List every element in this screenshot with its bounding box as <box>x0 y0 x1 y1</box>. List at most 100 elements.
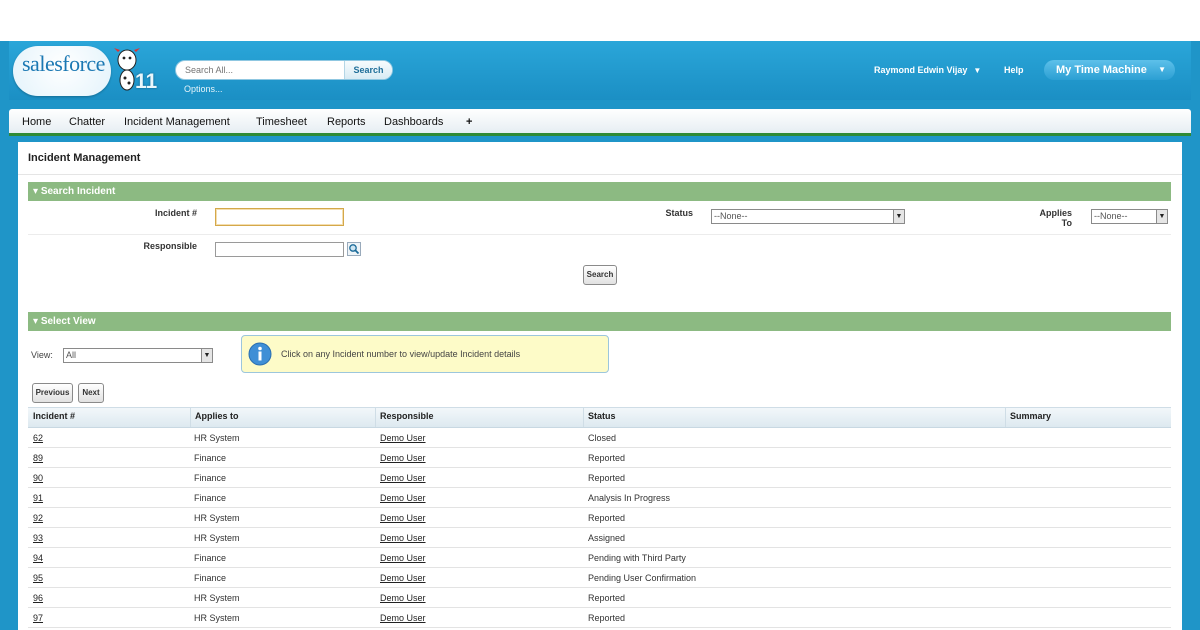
status-cell: Pending User Confirmation <box>588 573 697 583</box>
status-cell: Assigned <box>588 533 626 543</box>
responsible-link[interactable]: Demo User <box>380 533 426 543</box>
responsible-link[interactable]: Demo User <box>380 573 426 583</box>
info-message: Click on any Incident number to view/upd… <box>281 349 521 359</box>
status-cell: Analysis In Progress <box>588 493 671 503</box>
divider <box>18 174 1182 175</box>
chevron-down-icon: ▼ <box>1158 65 1166 74</box>
applies-to-cell: HR System <box>194 433 240 443</box>
tab-home[interactable]: Home <box>22 116 51 128</box>
salesforce-logo: salesforce <box>22 51 105 76</box>
applies-to-cell: Finance <box>194 473 227 483</box>
status-select[interactable]: --None-- ▼ <box>711 209 905 224</box>
page-title: Incident Management <box>28 152 141 164</box>
column-header-status[interactable]: Status <box>588 411 616 421</box>
user-menu[interactable]: Raymond Edwin Vijay ▼ <box>874 65 981 75</box>
column-header-responsible[interactable]: Responsible <box>380 411 434 421</box>
view-select-value: All <box>66 350 77 360</box>
incident-number-link[interactable]: 97 <box>33 613 43 623</box>
applies-to-cell: Finance <box>194 573 227 583</box>
applies-to-cell: HR System <box>194 593 240 603</box>
incident-number-link[interactable]: 94 <box>33 553 43 563</box>
responsible-link[interactable]: Demo User <box>380 593 426 603</box>
incident-number-link[interactable]: 95 <box>33 573 43 583</box>
app-name: My Time Machine <box>1056 64 1147 76</box>
status-cell: Pending with Third Party <box>588 553 686 563</box>
applies-to-label: Applies To <box>1020 208 1072 228</box>
applies-select-value: --None-- <box>1094 211 1128 221</box>
user-name: Raymond Edwin Vijay <box>874 65 968 75</box>
applies-to-cell: Finance <box>194 493 227 503</box>
chevron-down-icon: ▼ <box>893 210 904 223</box>
incident-number-link[interactable]: 90 <box>33 473 43 483</box>
status-cell: Reported <box>588 513 626 523</box>
applies-to-cell: Finance <box>194 453 227 463</box>
status-cell: Reported <box>588 453 626 463</box>
status-label: Status <box>665 208 693 218</box>
incident-number-link[interactable]: 91 <box>33 493 43 503</box>
applies-label-line2: To <box>1061 218 1072 228</box>
applies-to-cell: HR System <box>194 513 240 523</box>
responsible-link[interactable]: Demo User <box>380 493 426 503</box>
applies-to-cell: HR System <box>194 613 240 623</box>
column-separator <box>190 408 191 427</box>
previous-button[interactable]: Previous <box>32 383 73 403</box>
view-select[interactable]: All ▼ <box>63 348 213 363</box>
incident-number-link[interactable]: 96 <box>33 593 43 603</box>
column-separator <box>375 408 376 427</box>
search-incident-button[interactable]: Search <box>583 265 617 285</box>
incident-number-link[interactable]: 93 <box>33 533 43 543</box>
chevron-down-icon: ▼ <box>973 66 982 75</box>
responsible-link[interactable]: Demo User <box>380 453 426 463</box>
responsible-link[interactable]: Demo User <box>380 433 426 443</box>
help-link[interactable]: Help <box>1004 65 1024 75</box>
release-badge: 11 <box>135 70 158 93</box>
applies-to-cell: HR System <box>194 533 240 543</box>
applies-to-select[interactable]: --None-- ▼ <box>1091 209 1168 224</box>
responsible-label: Responsible <box>143 241 197 251</box>
responsible-link[interactable]: Demo User <box>380 553 426 563</box>
chevron-down-icon: ▼ <box>201 349 212 362</box>
column-header-summary[interactable]: Summary <box>1010 411 1051 421</box>
applies-label-line1: Applies <box>1039 208 1072 218</box>
incident-number-link[interactable]: 92 <box>33 513 43 523</box>
magnifier-icon[interactable] <box>347 242 361 256</box>
column-separator <box>1005 408 1006 427</box>
row-divider <box>28 234 1171 235</box>
add-tab-button[interactable]: + <box>466 116 472 128</box>
responsible-link[interactable]: Demo User <box>380 513 426 523</box>
status-select-value: --None-- <box>714 211 748 221</box>
tab-reports[interactable]: Reports <box>327 116 366 128</box>
responsible-field[interactable] <box>215 242 344 257</box>
section-title: Select View <box>40 316 96 327</box>
select-view-section[interactable]: ▾ Select View <box>28 312 1171 331</box>
status-cell: Reported <box>588 613 626 623</box>
status-cell: Reported <box>588 473 626 483</box>
incident-number-field[interactable] <box>215 208 344 226</box>
column-separator <box>583 408 584 427</box>
search-input[interactable] <box>176 61 346 79</box>
chevron-down-icon: ▼ <box>1156 210 1167 223</box>
tab-dashboards[interactable]: Dashboards <box>384 116 443 128</box>
status-cell: Closed <box>588 433 617 443</box>
options-link[interactable]: Options... <box>184 84 223 94</box>
incident-number-link[interactable]: 62 <box>33 433 43 443</box>
responsible-link[interactable]: Demo User <box>380 473 426 483</box>
responsible-link[interactable]: Demo User <box>380 613 426 623</box>
column-header-incident[interactable]: Incident # <box>33 411 75 421</box>
app-switcher[interactable]: My Time Machine ▼ <box>1044 60 1175 80</box>
global-search: Search <box>175 60 393 80</box>
search-incident-section[interactable]: ▾ Search Incident <box>28 182 1171 201</box>
search-button[interactable]: Search <box>344 61 392 79</box>
info-icon <box>248 342 272 366</box>
tab-timesheet[interactable]: Timesheet <box>256 116 307 128</box>
next-button[interactable]: Next <box>78 383 104 403</box>
tab-chatter[interactable]: Chatter <box>69 116 105 128</box>
collapse-icon: ▾ <box>33 186 39 197</box>
column-header-applies-to[interactable]: Applies to <box>195 411 239 421</box>
status-cell: Reported <box>588 593 626 603</box>
tab-incident-management[interactable]: Incident Management <box>124 116 230 128</box>
collapse-icon: ▾ <box>33 316 39 327</box>
applies-to-cell: Finance <box>194 553 227 563</box>
incident-number-label: Incident # <box>154 208 197 218</box>
incident-number-link[interactable]: 89 <box>33 453 43 463</box>
